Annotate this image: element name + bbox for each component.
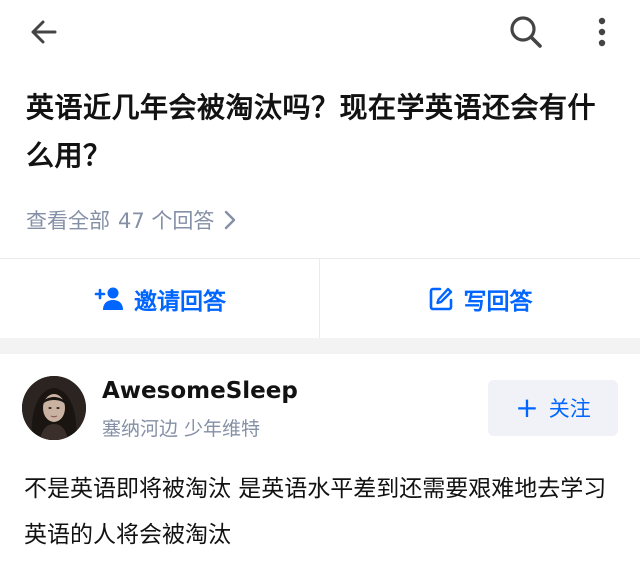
action-divider xyxy=(319,259,320,339)
author-bio: 塞纳河边 少年维特 xyxy=(102,418,261,440)
search-icon xyxy=(510,16,542,48)
edit-icon xyxy=(428,286,454,312)
top-bar xyxy=(0,0,640,64)
invite-answer-label: 邀请回答 xyxy=(134,289,226,315)
arrow-left-icon xyxy=(31,20,57,44)
plus-icon: + xyxy=(515,391,539,424)
write-answer-button[interactable]: 写回答 xyxy=(320,259,640,339)
author-name[interactable]: AwesomeSleep xyxy=(102,378,298,404)
more-vertical-icon xyxy=(598,17,606,47)
invite-answer-button[interactable]: 邀请回答 xyxy=(0,259,320,339)
view-all-prefix: 查看全部 xyxy=(26,209,110,233)
more-button[interactable] xyxy=(584,10,620,54)
avatar[interactable] xyxy=(22,376,86,440)
back-button[interactable] xyxy=(22,12,66,52)
add-user-icon xyxy=(94,286,124,312)
question-title[interactable]: 英语近几年会被淘汰吗？现在学英语还会有什么用？ xyxy=(26,84,616,180)
write-answer-label: 写回答 xyxy=(463,289,533,315)
answer-count: 47 个回答 xyxy=(118,209,215,233)
answer-excerpt[interactable]: 不是英语即将被淘汰 是英语水平差到还需要艰难地去学习英语的人将会被淘汰 xyxy=(24,466,616,558)
chevron-right-icon xyxy=(224,210,236,230)
follow-label: 关注 xyxy=(548,397,591,421)
section-separator xyxy=(0,338,640,354)
question-actions: 邀请回答 写回答 xyxy=(0,258,640,339)
view-all-answers-link[interactable]: 查看全部 47 个回答 xyxy=(26,202,236,238)
answer-card: AwesomeSleep 塞纳河边 少年维特 + 关注 不是英语即将被淘汰 是英… xyxy=(0,354,640,581)
search-button[interactable] xyxy=(504,10,548,54)
follow-button[interactable]: + 关注 xyxy=(488,380,618,436)
